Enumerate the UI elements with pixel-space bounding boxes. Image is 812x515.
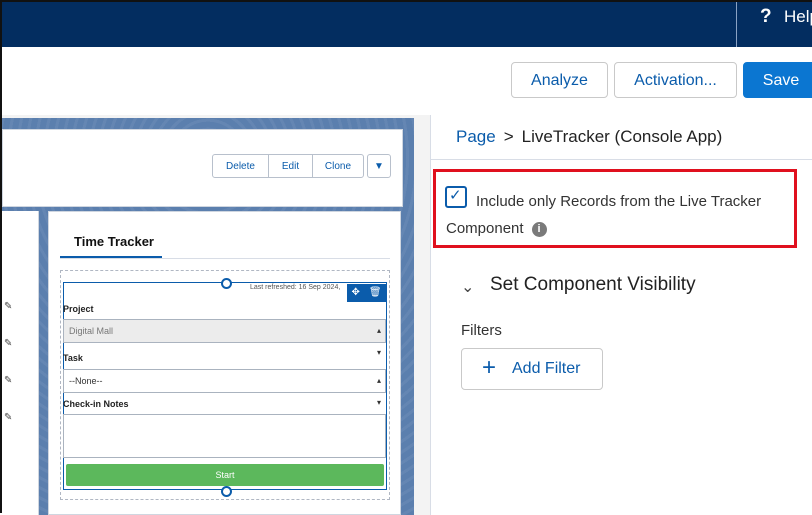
edit-pencil-icon[interactable]: ✎	[4, 301, 12, 312]
edit-pencil-icon[interactable]: ✎	[4, 412, 12, 423]
component-visibility-toggle[interactable]: Set Component Visibility	[490, 274, 696, 296]
chevron-down-icon[interactable]: ⌄	[461, 277, 474, 297]
add-filter-label: Add Filter	[512, 360, 581, 377]
resize-handle-bottom[interactable]	[221, 486, 232, 497]
check-in-notes-label: Check-in Notes	[63, 399, 129, 409]
task-label: Task	[63, 353, 83, 363]
help-link[interactable]: Help	[784, 7, 812, 27]
breadcrumb-current: LiveTracker (Console App)	[521, 127, 723, 146]
task-select[interactable]: --None-- ▴ ▾	[63, 369, 386, 407]
project-select[interactable]: Digital Mall ▴ ▾	[63, 319, 386, 357]
component-toolbar: ✥ 🗑	[347, 284, 386, 302]
global-header: ? Help	[2, 2, 812, 47]
project-value: Digital Mall	[69, 326, 114, 336]
trash-icon[interactable]: 🗑	[369, 284, 382, 302]
breadcrumb-page-link[interactable]: Page	[456, 127, 496, 146]
breadcrumb-separator: >	[503, 127, 514, 146]
tab-divider	[60, 258, 390, 259]
activation-button[interactable]: Activation...	[614, 62, 737, 98]
project-label: Project	[63, 304, 94, 314]
chevron-down-icon[interactable]: ▼	[367, 154, 391, 178]
clone-button[interactable]: Clone	[312, 154, 364, 178]
plus-icon: +	[482, 354, 497, 381]
filters-label: Filters	[461, 322, 502, 339]
edit-pencil-icon[interactable]: ✎	[4, 375, 12, 386]
stepper-icon: ▴ ▾	[376, 376, 381, 407]
breadcrumb-divider	[431, 159, 812, 160]
edit-button[interactable]: Edit	[268, 154, 313, 178]
header-divider	[736, 2, 737, 47]
edit-pencil-icon[interactable]: ✎	[4, 338, 12, 349]
stepper-icon: ▴ ▾	[376, 326, 381, 357]
header-action-group: Delete Edit Clone ▼	[212, 154, 391, 178]
task-value: --None--	[69, 376, 103, 386]
help-icon[interactable]: ?	[760, 6, 772, 28]
checkmark-icon: ✓	[449, 187, 462, 204]
move-icon[interactable]: ✥	[351, 284, 359, 302]
include-records-option: Include only Records from the Live Track…	[446, 188, 791, 242]
resize-handle-top[interactable]	[221, 278, 232, 289]
info-icon[interactable]: i	[531, 222, 547, 237]
save-button[interactable]: Save	[743, 62, 812, 98]
start-button[interactable]: Start	[66, 464, 384, 486]
last-refreshed-text: Last refreshed: 16 Sep 2024,	[250, 284, 341, 291]
include-records-label: Include only Records from the Live Track…	[446, 193, 762, 237]
analyze-button[interactable]: Analyze	[511, 62, 608, 98]
add-filter-button[interactable]: + Add Filter	[461, 348, 603, 390]
delete-button[interactable]: Delete	[212, 154, 269, 178]
left-column-panel[interactable]: ✎ ✎ ✎ ✎	[2, 211, 39, 515]
check-in-notes-textarea[interactable]	[63, 414, 386, 458]
tab-time-tracker[interactable]: Time Tracker	[74, 234, 154, 249]
include-records-checkbox[interactable]: ✓	[445, 186, 467, 208]
breadcrumb: Page > LiveTracker (Console App)	[456, 127, 722, 147]
